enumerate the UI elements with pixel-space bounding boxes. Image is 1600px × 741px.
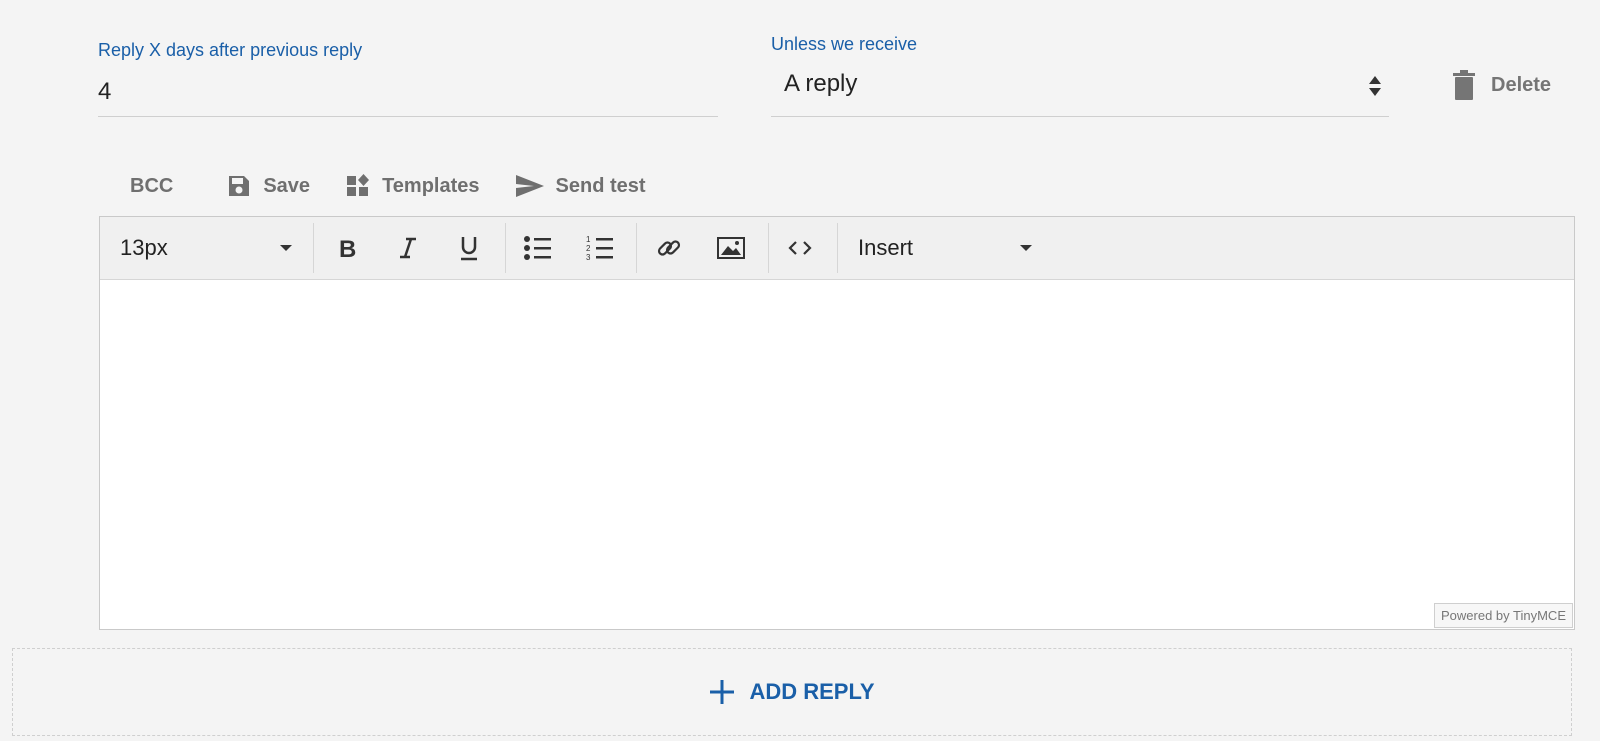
toolbar-divider [313, 223, 314, 273]
reply-days-input[interactable]: 4 [98, 78, 111, 106]
unless-underline [771, 116, 1389, 117]
chevron-down-icon [1020, 245, 1032, 251]
bullet-list-button[interactable] [521, 231, 555, 265]
numbered-list-button[interactable]: 1 2 3 [583, 231, 617, 265]
editor-toolbar: 13px B 1 2 3 Insert [100, 217, 1574, 280]
delete-label: Delete [1491, 73, 1552, 96]
image-icon [717, 237, 745, 259]
reply-days-underline [98, 116, 718, 117]
unless-select[interactable]: Unless we receive A reply [771, 32, 1389, 120]
toolbar-divider [505, 223, 506, 273]
select-arrows-icon[interactable] [1367, 72, 1383, 100]
source-code-button[interactable] [783, 231, 817, 265]
svg-text:3: 3 [586, 253, 591, 262]
underline-button[interactable] [452, 231, 486, 265]
toolbar-divider [768, 223, 769, 273]
font-size-value: 13px [120, 235, 168, 260]
underline-icon [461, 237, 477, 261]
floppy-disk-icon [229, 176, 250, 196]
bold-button[interactable]: B [330, 231, 364, 265]
font-size-dropdown[interactable]: 13px [120, 217, 300, 279]
reply-days-field[interactable]: Reply X days after previous reply 4 [98, 40, 718, 120]
bcc-label: BCC [130, 174, 174, 197]
numbered-list-icon: 1 2 3 [586, 235, 613, 262]
toolbar-divider [837, 223, 838, 273]
add-reply-button[interactable]: ADD REPLY [12, 648, 1572, 736]
send-test-label: Send test [555, 174, 646, 197]
unless-selected-value[interactable]: A reply [784, 70, 857, 98]
send-test-button[interactable]: Send test [515, 174, 646, 198]
insert-label: Insert [858, 235, 914, 260]
insert-dropdown[interactable]: Insert [858, 217, 1048, 279]
editor-content-area[interactable]: Powered by TinyMCE [100, 280, 1574, 629]
email-actions-bar: BCC Save Templates Send test [130, 170, 682, 202]
save-button[interactable]: Save [227, 174, 310, 198]
widgets-icon [347, 174, 370, 196]
italic-icon [400, 237, 416, 259]
unless-label: Unless we receive [771, 34, 918, 54]
trash-icon [1453, 70, 1475, 100]
link-icon [657, 240, 681, 256]
send-icon [515, 175, 544, 197]
tinymce-branding[interactable]: Powered by TinyMCE [1434, 603, 1573, 628]
reply-days-label: Reply X days after previous reply [98, 40, 363, 60]
rich-text-editor: 13px B 1 2 3 Insert Powered by TinyMCE [99, 216, 1575, 630]
save-label: Save [263, 174, 311, 197]
plus-icon [710, 680, 735, 704]
templates-label: Templates [382, 174, 480, 197]
svg-text:B: B [339, 236, 356, 260]
templates-button[interactable]: Templates [346, 174, 480, 198]
code-icon [788, 241, 812, 255]
bold-icon: B [339, 236, 356, 260]
insert-image-button[interactable] [714, 231, 748, 265]
delete-button[interactable]: Delete [1453, 70, 1551, 100]
chevron-down-icon [280, 245, 292, 251]
italic-button[interactable] [391, 231, 425, 265]
add-reply-label: ADD REPLY [749, 679, 875, 704]
bcc-button[interactable]: BCC [130, 175, 173, 198]
toolbar-divider [636, 223, 637, 273]
bullet-list-icon [524, 236, 551, 260]
insert-link-button[interactable] [652, 231, 686, 265]
svg-text:1: 1 [586, 235, 591, 244]
svg-text:2: 2 [586, 244, 591, 253]
